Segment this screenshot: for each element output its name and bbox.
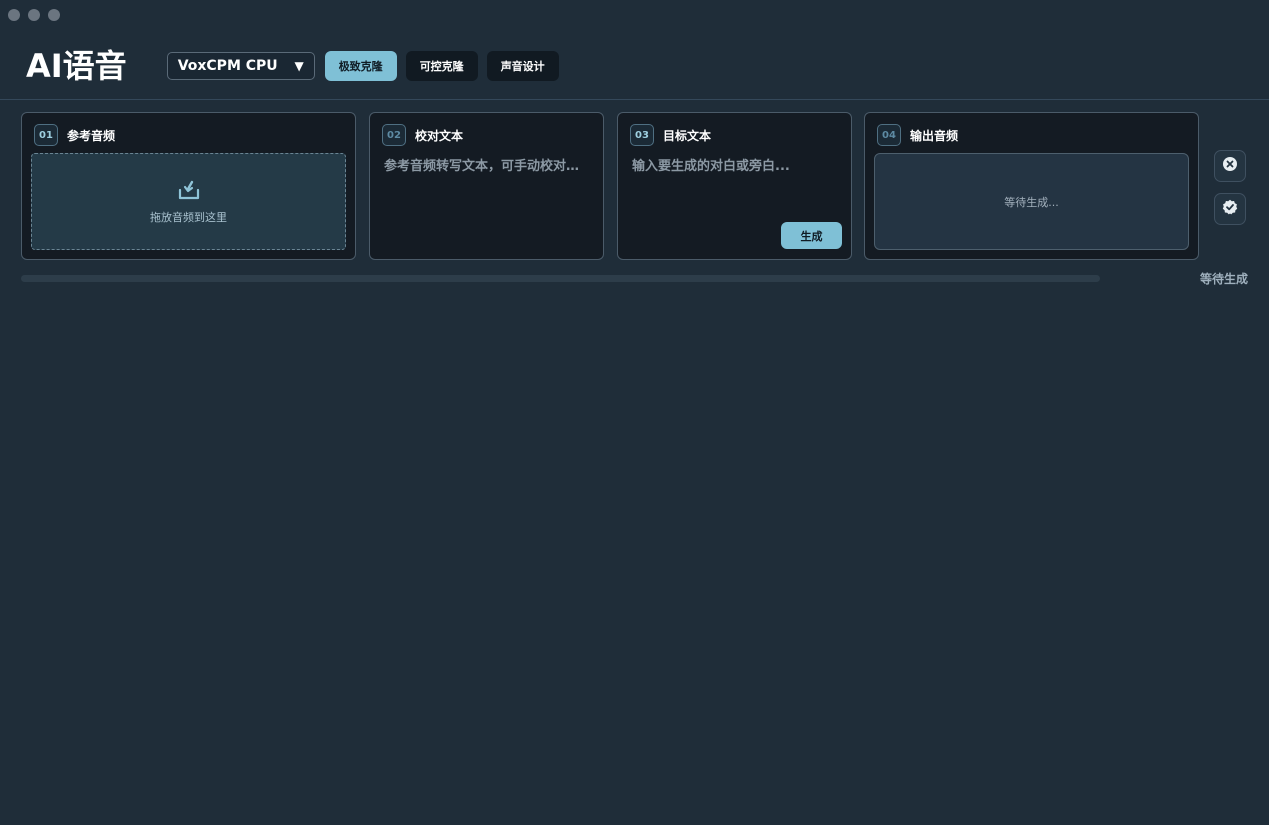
output-audio-box: 等待生成... bbox=[874, 153, 1189, 250]
status-text: 等待生成 bbox=[1199, 272, 1248, 286]
model-select-value: VoxCPM CPU bbox=[177, 58, 278, 74]
panel-title: 校对文本 bbox=[415, 128, 464, 143]
window-controls bbox=[8, 9, 60, 21]
zoom-window-button[interactable] bbox=[48, 9, 60, 21]
app-title: AI语音 bbox=[26, 47, 127, 85]
panel-header: 02 校对文本 bbox=[382, 124, 463, 146]
panel-header: 04 输出音频 bbox=[877, 124, 958, 146]
step-number-badge: 01 bbox=[34, 124, 58, 146]
verify-button[interactable] bbox=[1214, 193, 1246, 225]
target-text-textarea[interactable]: 输入要生成的对白或旁白... bbox=[632, 157, 837, 177]
mode-button-extreme-clone[interactable]: 极致克隆 bbox=[324, 51, 397, 81]
panel-title: 参考音频 bbox=[67, 128, 116, 143]
mode-button-controllable-clone[interactable]: 可控克隆 bbox=[405, 51, 478, 81]
panel-title: 输出音频 bbox=[910, 128, 959, 143]
clear-button[interactable] bbox=[1214, 150, 1246, 182]
proofread-textarea[interactable]: 参考音频转写文本，可手动校对… bbox=[384, 157, 589, 177]
panel-header: 01 参考音频 bbox=[34, 124, 115, 146]
step-number-badge: 03 bbox=[630, 124, 654, 146]
panel-proofread-text: 02 校对文本 参考音频转写文本，可手动校对… bbox=[369, 112, 604, 260]
panel-reference-audio: 01 参考音频 拖放音频到这里 bbox=[21, 112, 356, 260]
minimize-window-button[interactable] bbox=[28, 9, 40, 21]
step-number-badge: 04 bbox=[877, 124, 901, 146]
panel-target-text: 03 目标文本 输入要生成的对白或旁白... 生成 bbox=[617, 112, 852, 260]
close-window-button[interactable] bbox=[8, 9, 20, 21]
output-status-text: 等待生成... bbox=[1004, 195, 1059, 209]
app-window: AI语音 VoxCPM CPU ▼ 极致克隆 可控克隆 声音设计 01 参考音频 bbox=[0, 0, 1269, 825]
close-circle-icon bbox=[1222, 156, 1238, 176]
progress-bar bbox=[21, 275, 1100, 282]
header: AI语音 VoxCPM CPU ▼ 极致克隆 可控克隆 声音设计 bbox=[26, 40, 1269, 92]
panel-title: 目标文本 bbox=[663, 128, 712, 143]
mode-button-voice-design[interactable]: 声音设计 bbox=[486, 51, 559, 81]
dropdown-caret-icon: ▼ bbox=[294, 59, 304, 73]
verified-badge-icon bbox=[1222, 199, 1238, 219]
model-select[interactable]: VoxCPM CPU ▼ bbox=[166, 52, 315, 80]
dropzone-text: 拖放音频到这里 bbox=[150, 210, 227, 224]
audio-dropzone[interactable]: 拖放音频到这里 bbox=[31, 153, 346, 250]
header-divider bbox=[0, 99, 1269, 100]
step-number-badge: 02 bbox=[382, 124, 406, 146]
panel-output-audio: 04 输出音频 等待生成... bbox=[864, 112, 1199, 260]
panel-header: 03 目标文本 bbox=[630, 124, 711, 146]
download-tray-icon bbox=[177, 179, 201, 205]
generate-button[interactable]: 生成 bbox=[781, 222, 842, 249]
